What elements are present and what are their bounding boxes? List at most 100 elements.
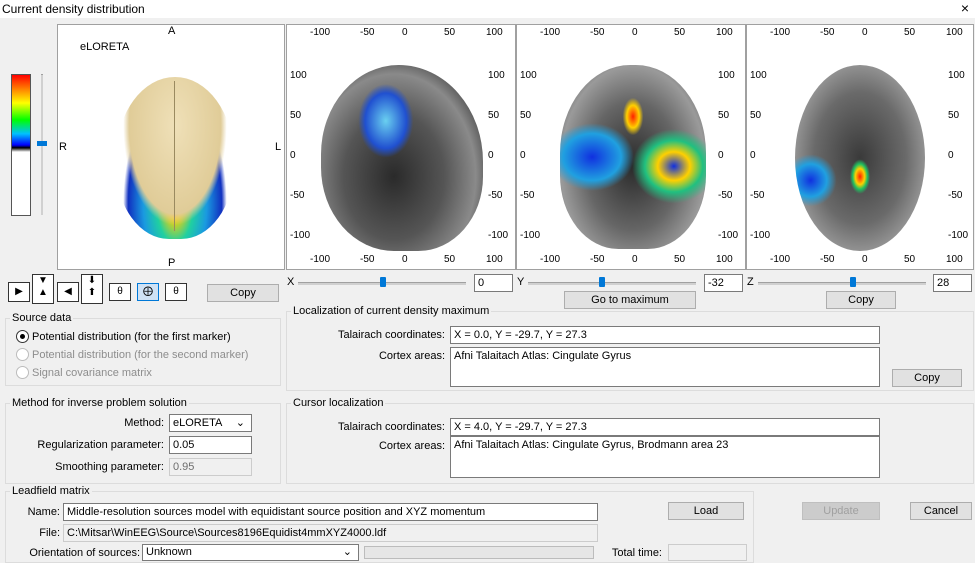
sagittal-tick-top-2: 0 — [402, 27, 408, 38]
cursor-cortex-label: Cortex areas: — [378, 440, 445, 452]
axial-tick-right-0: 100 — [948, 70, 965, 81]
z-slider-thumb[interactable] — [850, 277, 856, 287]
color-scale-slider-thumb[interactable] — [37, 141, 47, 146]
sagittal-tick-right-3: -50 — [488, 190, 503, 201]
update-button[interactable]: Update — [802, 502, 880, 520]
axial-view[interactable] — [746, 24, 974, 270]
cursor-cortex-field: Afni Talaitach Atlas: Cingulate Gyrus, B… — [450, 436, 880, 478]
x-axis-label: X — [287, 276, 295, 288]
cancel-button[interactable]: Cancel — [910, 502, 972, 520]
sagittal-tick-right-0: 100 — [488, 70, 505, 81]
coronal-tick-top-2: 0 — [632, 27, 638, 38]
sagittal-view[interactable] — [286, 24, 516, 270]
orientation-label-bottom: P — [168, 257, 176, 269]
localization-max-group: Localization of current density maximum … — [286, 305, 974, 391]
radio-selected-icon — [16, 330, 29, 343]
localization-max-title: Localization of current density maximum — [291, 305, 492, 317]
copy-axial-button[interactable]: Copy — [826, 291, 896, 309]
coronal-tick-left-2: 0 — [520, 150, 526, 161]
y-slider-track[interactable] — [528, 282, 696, 285]
max-cortex-label: Cortex areas: — [378, 350, 445, 362]
source-option-covariance[interactable]: Signal covariance matrix — [16, 366, 152, 379]
sagittal-tick-left-2: 0 — [290, 150, 296, 161]
y-value-field[interactable]: -32 — [704, 274, 743, 292]
orientation-label-right: L — [275, 141, 282, 153]
leadfield-group: Leadfield matrix Name: Middle-resolution… — [5, 485, 754, 563]
axial-tick-left-2: 0 — [750, 150, 756, 161]
source-option-second-marker[interactable]: Potential distribution (for the second m… — [16, 348, 248, 361]
sagittal-tick-bottom-0: -100 — [310, 254, 331, 265]
view-medial-button[interactable]: θ — [165, 283, 187, 301]
method-label: Method: — [124, 417, 164, 429]
sagittal-tick-left-4: -100 — [290, 230, 311, 241]
radio-icon — [16, 366, 29, 379]
close-icon[interactable]: × — [961, 0, 969, 16]
view-lateral-button[interactable]: θ — [109, 283, 131, 301]
regularization-label: Regularization parameter: — [37, 439, 164, 451]
sagittal-tick-left-3: -50 — [290, 190, 305, 201]
method-title: Method for inverse problem solution — [10, 397, 189, 409]
coronal-tick-left-0: 100 — [520, 70, 537, 81]
y-slider-thumb[interactable] — [599, 277, 605, 287]
view-top-button[interactable]: ⨁ — [137, 283, 159, 301]
x-value-field[interactable]: 0 — [474, 274, 513, 292]
axial-tick-right-2: 0 — [948, 150, 954, 161]
sagittal-tick-top-1: -50 — [360, 27, 375, 38]
color-scale — [11, 74, 31, 216]
coronal-tick-right-0: 100 — [718, 70, 735, 81]
coronal-tick-bottom-0: -100 — [540, 254, 561, 265]
coronal-tick-right-4: -100 — [718, 230, 739, 241]
coronal-tick-left-3: -50 — [520, 190, 535, 201]
regularization-input[interactable]: 0.05 — [169, 436, 252, 454]
max-talairach-field: X = 0.0, Y = -29.7, Y = 27.3 — [450, 326, 880, 344]
sagittal-tick-left-1: 50 — [290, 110, 302, 121]
coronal-tick-top-0: -100 — [540, 27, 561, 38]
max-talairach-label: Talairach coordinates: — [337, 329, 445, 341]
title-bar: Current density distribution × — [0, 0, 975, 18]
axial-tick-left-4: -100 — [750, 230, 771, 241]
brain-surface-render — [116, 77, 234, 239]
sagittal-tick-bottom-2: 0 — [402, 254, 408, 265]
chevron-down-icon: ⌄ — [342, 546, 352, 558]
rotate-up-down-button[interactable]: ▼ ▲ — [32, 274, 54, 304]
go-to-maximum-button[interactable]: Go to maximum — [564, 291, 696, 309]
sagittal-tick-left-0: 100 — [290, 70, 307, 81]
orientation-label-top: A — [168, 25, 176, 37]
axial-tick-top-0: -100 — [770, 27, 791, 38]
coronal-tick-bottom-3: 50 — [674, 254, 686, 265]
z-value-field[interactable]: 28 — [933, 274, 972, 292]
total-time-field — [668, 544, 747, 561]
leadfield-title: Leadfield matrix — [10, 485, 92, 497]
source-option-first-marker[interactable]: Potential distribution (for the first ma… — [16, 330, 231, 343]
sagittal-tick-top-4: 100 — [486, 27, 503, 38]
axial-tick-right-4: -100 — [948, 230, 969, 241]
method-select[interactable]: eLORETA ⌄ — [169, 414, 252, 432]
copy-view-button[interactable]: Copy — [207, 284, 279, 302]
radio-icon — [16, 348, 29, 361]
axial-tick-top-3: 50 — [904, 27, 916, 38]
axial-tick-top-2: 0 — [862, 27, 868, 38]
rotate-right-button[interactable]: ▶ — [8, 282, 30, 302]
sagittal-tick-right-4: -100 — [488, 230, 509, 241]
x-slider-thumb[interactable] — [380, 277, 386, 287]
coronal-view[interactable] — [516, 24, 746, 270]
brain-3d-view[interactable]: eLORETA A P — [57, 24, 285, 270]
orientation-label: Orientation of sources: — [29, 547, 140, 559]
axial-tick-right-3: -50 — [948, 190, 963, 201]
leadfield-name-input[interactable]: Middle-resolution sources model with equ… — [63, 503, 598, 521]
axial-tick-bottom-3: 50 — [904, 254, 916, 265]
sagittal-tick-bottom-3: 50 — [444, 254, 456, 265]
copy-localization-button[interactable]: Copy — [892, 369, 962, 387]
axial-tick-bottom-4: 100 — [946, 254, 963, 265]
z-slider-track[interactable] — [758, 282, 926, 285]
load-button[interactable]: Load — [668, 502, 744, 520]
rotate-vertical-button[interactable]: ⬇ ⬆ — [81, 274, 103, 304]
view-method-label: eLORETA — [80, 41, 130, 53]
coronal-tick-right-2: 0 — [718, 150, 724, 161]
axial-tick-right-1: 50 — [948, 110, 960, 121]
brain-midline — [174, 81, 175, 231]
rotate-left-button[interactable]: ◀ — [57, 282, 79, 302]
orientation-select[interactable]: Unknown ⌄ — [142, 544, 359, 561]
smoothing-input: 0.95 — [169, 458, 252, 476]
axial-tick-bottom-2: 0 — [862, 254, 868, 265]
